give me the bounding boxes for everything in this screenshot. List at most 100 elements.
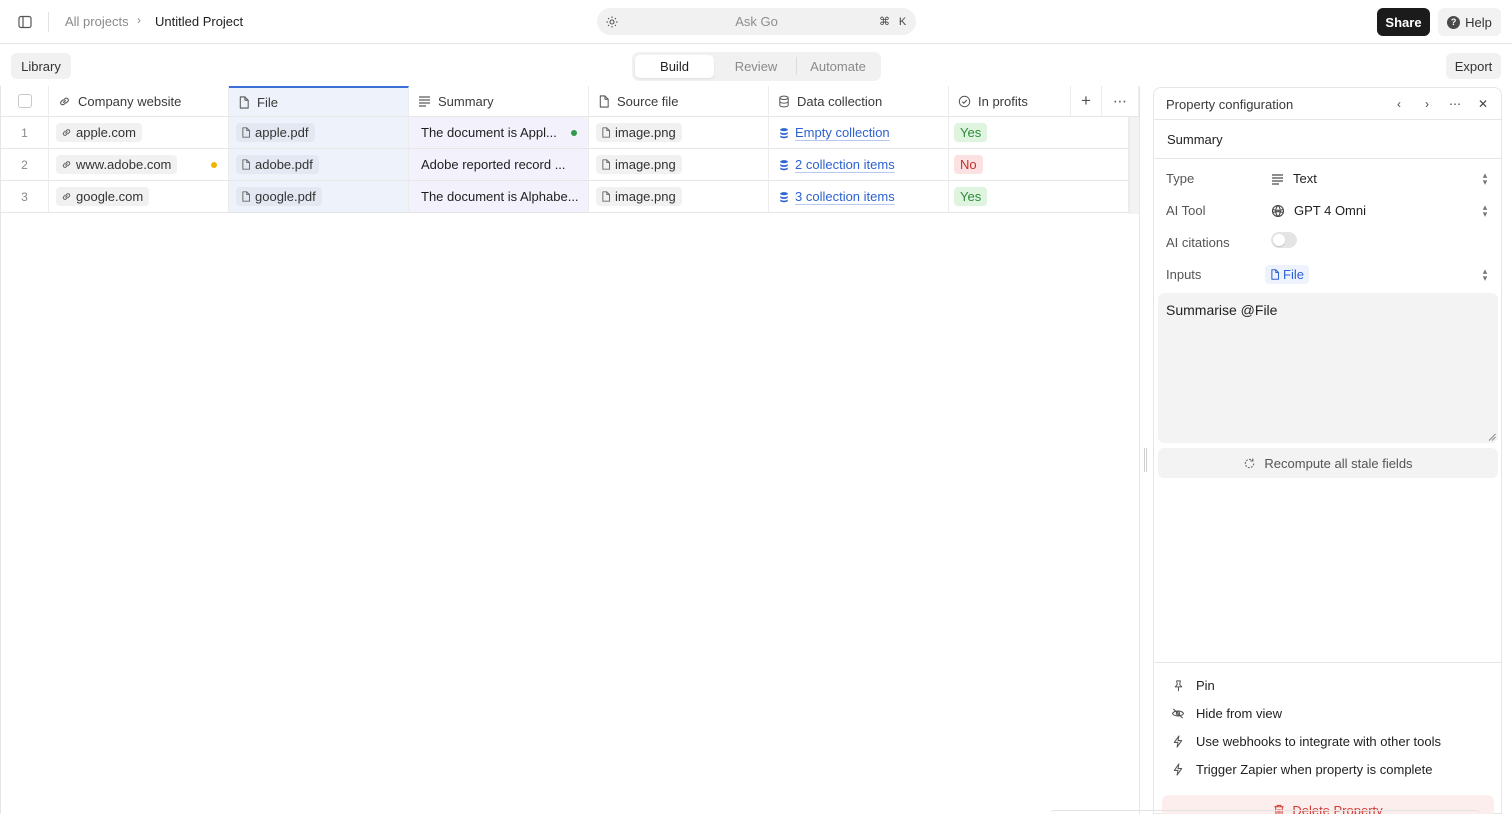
cell-data-collection[interactable]: 3 collection items xyxy=(769,181,949,213)
add-column-button[interactable]: + xyxy=(1071,86,1102,117)
prompt-textarea[interactable]: Summarise @File xyxy=(1158,293,1498,443)
profits-badge: No xyxy=(954,155,983,174)
collection-link[interactable]: 2 collection items xyxy=(795,157,895,172)
help-button[interactable]: ? Help xyxy=(1438,8,1501,36)
cell-file[interactable]: apple.pdf xyxy=(229,117,409,149)
inputs-select[interactable]: File xyxy=(1265,265,1309,284)
cell-source-file[interactable]: image.png xyxy=(589,149,769,181)
share-button[interactable]: Share xyxy=(1377,8,1430,36)
breadcrumb-current-project[interactable]: Untitled Project xyxy=(155,14,243,29)
file-text: google.pdf xyxy=(255,189,316,204)
column-header-summary[interactable]: Summary xyxy=(409,86,589,117)
website-chip[interactable]: apple.com xyxy=(56,123,142,142)
database-icon xyxy=(780,127,788,138)
file-icon xyxy=(602,127,611,138)
webhooks-action[interactable]: Use webhooks to integrate with other too… xyxy=(1171,734,1441,749)
file-chip[interactable]: apple.pdf xyxy=(236,123,315,142)
ai-tool-value: GPT 4 Omni xyxy=(1294,203,1367,218)
chevron-updown-icon[interactable]: ▴ ▾ xyxy=(1480,203,1490,219)
ai-tool-select[interactable]: GPT 4 Omni xyxy=(1271,203,1366,218)
more-options-button[interactable]: ⋯ xyxy=(1102,86,1139,117)
resize-grip-icon[interactable] xyxy=(1488,433,1496,441)
cell-website[interactable]: www.adobe.com xyxy=(49,149,229,181)
source-file-chip[interactable]: image.png xyxy=(596,187,682,206)
cell-summary[interactable]: The document is Appl... xyxy=(409,117,589,149)
tab-automate[interactable]: Automate xyxy=(798,55,878,78)
ai-citations-toggle[interactable] xyxy=(1271,232,1297,248)
ask-go-search[interactable]: Ask Go ⌘ K xyxy=(597,8,916,35)
source-file-chip[interactable]: image.png xyxy=(596,123,682,142)
cell-in-profits[interactable]: Yes xyxy=(949,181,1129,213)
input-file-text: File xyxy=(1283,267,1304,282)
column-header-in-profits[interactable]: In profits xyxy=(949,86,1071,117)
chevron-updown-icon[interactable]: ▴ ▾ xyxy=(1480,171,1490,187)
column-header-data-collection[interactable]: Data collection xyxy=(769,86,949,117)
column-label: In profits xyxy=(978,93,1028,109)
text-lines-icon xyxy=(419,96,430,107)
breadcrumb-all-projects[interactable]: All projects xyxy=(65,14,129,29)
chevron-right-icon: › xyxy=(137,13,141,27)
source-file-text: image.png xyxy=(615,157,676,172)
hide-from-view-action[interactable]: Hide from view xyxy=(1171,706,1282,721)
website-text: apple.com xyxy=(76,125,136,140)
type-value: Text xyxy=(1293,171,1317,186)
chevron-updown-icon[interactable]: ▴ ▾ xyxy=(1480,267,1490,283)
file-chip[interactable]: google.pdf xyxy=(236,187,322,206)
tab-divider xyxy=(796,57,797,75)
cell-website[interactable]: google.com xyxy=(49,181,229,213)
recompute-button[interactable]: Recompute all stale fields xyxy=(1158,448,1498,478)
cell-summary[interactable]: The document is Alphabe... xyxy=(409,181,589,213)
panel-title: Property configuration xyxy=(1166,97,1294,112)
source-file-text: image.png xyxy=(615,125,676,140)
property-name-field[interactable]: Summary xyxy=(1167,132,1223,147)
cell-data-collection[interactable]: 2 collection items xyxy=(769,149,949,181)
table-scrollbar[interactable] xyxy=(1129,117,1139,214)
select-all-checkbox[interactable] xyxy=(17,94,32,108)
cell-source-file[interactable]: image.png xyxy=(589,181,769,213)
source-file-chip[interactable]: image.png xyxy=(596,155,682,174)
ellipsis-icon: ⋯ xyxy=(1113,92,1127,109)
column-label: Source file xyxy=(617,93,679,109)
link-icon xyxy=(62,193,71,200)
ellipsis-icon[interactable]: ⋯ xyxy=(1447,96,1463,112)
file-icon xyxy=(1271,269,1280,280)
chevron-left-icon[interactable]: ‹ xyxy=(1391,96,1407,112)
status-dot-complete xyxy=(571,130,577,136)
database-icon xyxy=(780,191,788,202)
tab-review[interactable]: Review xyxy=(718,55,794,78)
column-header-source-file[interactable]: Source file xyxy=(589,86,769,117)
chevron-right-icon[interactable]: › xyxy=(1419,96,1435,112)
input-file-pill[interactable]: File xyxy=(1265,265,1309,284)
text-lines-icon xyxy=(1272,173,1283,185)
type-select[interactable]: Text xyxy=(1271,171,1317,186)
close-icon[interactable]: ✕ xyxy=(1475,96,1491,112)
cell-summary[interactable]: Adobe reported record ... xyxy=(409,149,589,181)
cell-website[interactable]: apple.com xyxy=(49,117,229,149)
cell-source-file[interactable]: image.png xyxy=(589,117,769,149)
website-chip[interactable]: www.adobe.com xyxy=(56,155,178,174)
cell-data-collection[interactable]: Empty collection xyxy=(769,117,949,149)
toggle-knob xyxy=(1273,234,1285,246)
action-label: Hide from view xyxy=(1196,706,1282,721)
library-button[interactable]: Library xyxy=(11,53,71,79)
website-chip[interactable]: google.com xyxy=(56,187,150,206)
export-button[interactable]: Export xyxy=(1446,53,1501,79)
column-header-file[interactable]: File xyxy=(229,86,409,117)
sidebar-toggle-icon[interactable] xyxy=(16,13,34,31)
cell-file[interactable]: adobe.pdf xyxy=(229,149,409,181)
collection-link[interactable]: Empty collection xyxy=(795,125,890,140)
type-label: Type xyxy=(1166,171,1195,186)
divider xyxy=(1154,158,1501,159)
cell-file[interactable]: google.pdf xyxy=(229,181,409,213)
panel-resize-handle[interactable] xyxy=(1144,448,1147,472)
pin-action[interactable]: Pin xyxy=(1171,678,1215,693)
collection-link[interactable]: 3 collection items xyxy=(795,189,895,204)
file-chip[interactable]: adobe.pdf xyxy=(236,155,319,174)
ai-citations-label: AI citations xyxy=(1166,235,1230,250)
tab-build[interactable]: Build xyxy=(635,55,714,78)
zapier-action[interactable]: Trigger Zapier when property is complete xyxy=(1171,762,1433,777)
cell-in-profits[interactable]: Yes xyxy=(949,117,1129,149)
column-header-company-website[interactable]: Company website xyxy=(49,86,229,117)
link-icon xyxy=(60,97,69,105)
cell-in-profits[interactable]: No xyxy=(949,149,1129,181)
